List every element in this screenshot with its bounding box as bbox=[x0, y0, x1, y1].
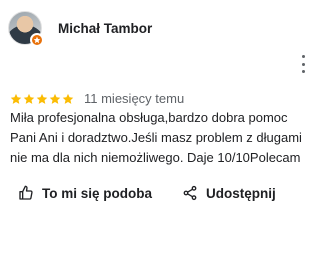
share-icon bbox=[183, 185, 197, 201]
star-icon bbox=[10, 93, 22, 104]
star-icon bbox=[23, 93, 35, 104]
star-icon bbox=[49, 93, 61, 104]
review-actions: To mi się podoba Udostępnij bbox=[18, 185, 276, 201]
review-header: Michał Tambor bbox=[8, 10, 152, 47]
author-name[interactable]: Michał Tambor bbox=[58, 21, 152, 36]
review-text: Miła profesjonalna obsługa,bardzo dobra … bbox=[10, 110, 302, 165]
share-button[interactable]: Udostępnij bbox=[182, 185, 276, 201]
review-time: 11 miesięcy temu bbox=[84, 91, 185, 106]
star-rating bbox=[10, 93, 74, 105]
rating-row: 11 miesięcy temu bbox=[10, 91, 184, 106]
share-label: Udostępnij bbox=[206, 185, 276, 201]
local-guide-star-icon bbox=[30, 33, 44, 47]
like-button[interactable]: To mi się podoba bbox=[18, 185, 152, 201]
thumb-up-icon bbox=[19, 185, 33, 200]
author-avatar[interactable] bbox=[8, 11, 44, 47]
like-label: To mi się podoba bbox=[42, 185, 153, 201]
star-icon bbox=[62, 93, 74, 104]
more-options-icon[interactable] bbox=[298, 55, 308, 73]
star-icon bbox=[36, 93, 48, 104]
